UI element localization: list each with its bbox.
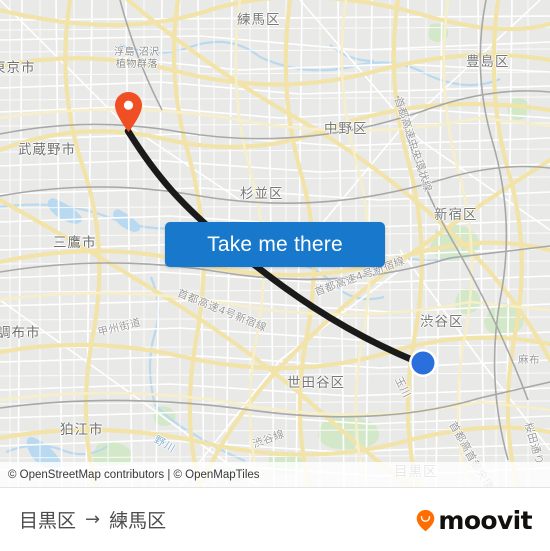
moovit-wordmark: moovit [438, 506, 532, 535]
map-page: 練馬区東京市豊島区中野区武蔵野市杉並区新宿区三鷹市渋谷区調布市世田谷区狛江市目黒… [0, 0, 550, 551]
route-origin: 目黒区 [19, 510, 77, 532]
route-summary: 目黒区 → 練馬区 [19, 506, 166, 533]
moovit-logo[interactable]: moovit [416, 506, 533, 535]
map-canvas[interactable]: 練馬区東京市豊島区中野区武蔵野市杉並区新宿区三鷹市渋谷区調布市世田谷区狛江市目黒… [0, 0, 550, 487]
take-me-there-button[interactable]: Take me there [165, 222, 385, 267]
map-attribution: © OpenStreetMap contributors | © OpenMap… [0, 462, 550, 487]
footer-bar: 目黒区 → 練馬区 moovit [0, 487, 550, 551]
route-destination: 練馬区 [109, 510, 167, 532]
destination-dot-icon[interactable] [408, 348, 438, 378]
moovit-pin-icon [416, 509, 435, 532]
arrow-right-icon: → [85, 509, 101, 530]
attribution-text: © OpenStreetMap contributors | © OpenMap… [8, 468, 260, 481]
